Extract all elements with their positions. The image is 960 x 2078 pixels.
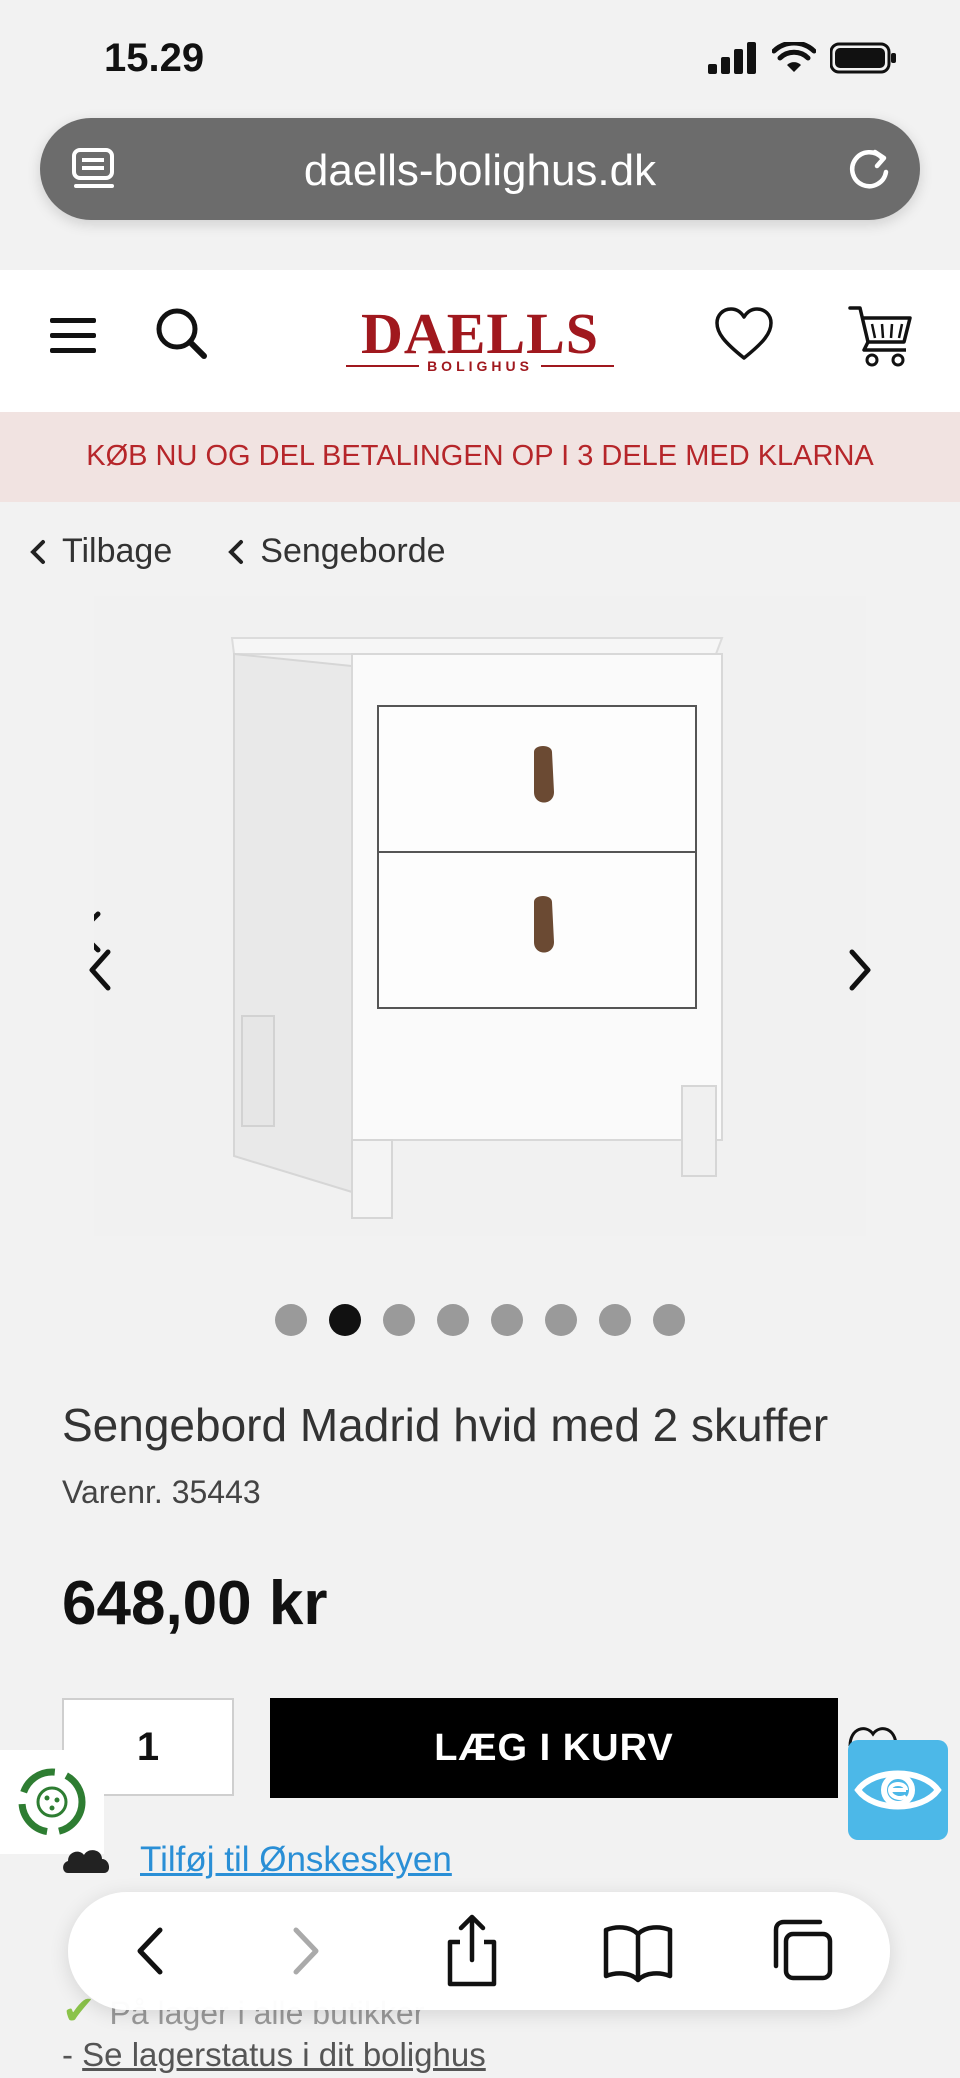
logo-main-text: DAELLS	[360, 301, 600, 366]
breadcrumb: Tilbage Sengeborde	[30, 532, 446, 571]
breadcrumb-category[interactable]: Sengeborde	[228, 532, 446, 571]
stock-link-row: - Se lagerstatus i dit bolighus	[62, 2036, 486, 2074]
logo-sub-text: BOLIGHUS	[427, 358, 533, 374]
wishlist-row[interactable]: Tilføj til Ønskeskyen	[60, 1840, 452, 1880]
gallery-dot[interactable]	[599, 1304, 631, 1336]
chevron-left-icon	[30, 539, 45, 564]
accessibility-eye-button[interactable]	[848, 1740, 948, 1840]
recycle-icon	[18, 1768, 86, 1836]
promo-banner-text: KØB NU OG DEL BETALINGEN OP I 3 DELE MED…	[86, 440, 874, 472]
add-to-cart-button[interactable]: LÆG I KURV	[270, 1698, 838, 1798]
search-icon[interactable]	[152, 304, 212, 364]
back-icon[interactable]	[120, 1912, 180, 1990]
stock-link-prefix: -	[62, 2036, 83, 2073]
store-stock-link[interactable]: Se lagerstatus i dit bolighus	[82, 2036, 486, 2073]
cloud-icon	[63, 1850, 110, 1873]
eye-icon	[854, 1770, 942, 1810]
breadcrumb-back-label: Tilbage	[62, 532, 173, 570]
reload-icon[interactable]	[842, 142, 896, 196]
gallery-prev-icon[interactable]	[86, 948, 116, 992]
gallery-dot[interactable]	[383, 1304, 415, 1336]
breadcrumb-category-label: Sengeborde	[260, 532, 446, 570]
status-time: 15.29	[104, 36, 205, 80]
hamburger-menu-icon[interactable]	[50, 316, 98, 356]
battery-icon	[830, 42, 896, 74]
gallery-dot[interactable]	[437, 1304, 469, 1336]
share-icon[interactable]	[440, 1912, 504, 1990]
bookmarks-icon[interactable]	[602, 1912, 674, 1990]
tabs-icon[interactable]	[768, 1912, 838, 1990]
gallery-dot[interactable]	[491, 1304, 523, 1336]
gallery-dot[interactable]	[329, 1304, 361, 1336]
product-sku: Varenr. 35443	[62, 1474, 261, 1510]
product-image[interactable]	[94, 596, 866, 1236]
wifi-icon	[772, 42, 816, 72]
gallery-dots	[0, 1304, 960, 1336]
gallery-dot[interactable]	[653, 1304, 685, 1336]
product-title: Sengebord Madrid hvid med 2 skuffer	[62, 1399, 829, 1451]
promo-banner[interactable]: KØB NU OG DEL BETALINGEN OP I 3 DELE MED…	[0, 412, 960, 502]
chevron-left-icon	[228, 539, 244, 564]
product-price: 648,00 kr	[62, 1569, 328, 1638]
site-logo[interactable]: DAELLS BOLIGHUS	[340, 300, 620, 380]
gallery-next-icon[interactable]	[844, 948, 874, 992]
gallery-dot[interactable]	[275, 1304, 307, 1336]
shopping-cart-icon[interactable]	[848, 302, 914, 368]
breadcrumb-back[interactable]: Tilbage	[30, 532, 172, 571]
add-to-wishlist-link[interactable]: Tilføj til Ønskeskyen	[140, 1840, 452, 1880]
address-bar[interactable]: daells-bolighus.dk	[40, 118, 920, 220]
forward-icon[interactable]	[276, 1912, 336, 1990]
signal-icon	[708, 42, 756, 74]
gallery-dot[interactable]	[545, 1304, 577, 1336]
wishlist-heart-icon[interactable]	[714, 306, 774, 362]
browser-toolbar	[68, 1892, 890, 2010]
url-text[interactable]: daells-bolighus.dk	[40, 146, 920, 196]
status-icons	[708, 42, 898, 74]
sustainability-badge[interactable]	[0, 1750, 104, 1854]
